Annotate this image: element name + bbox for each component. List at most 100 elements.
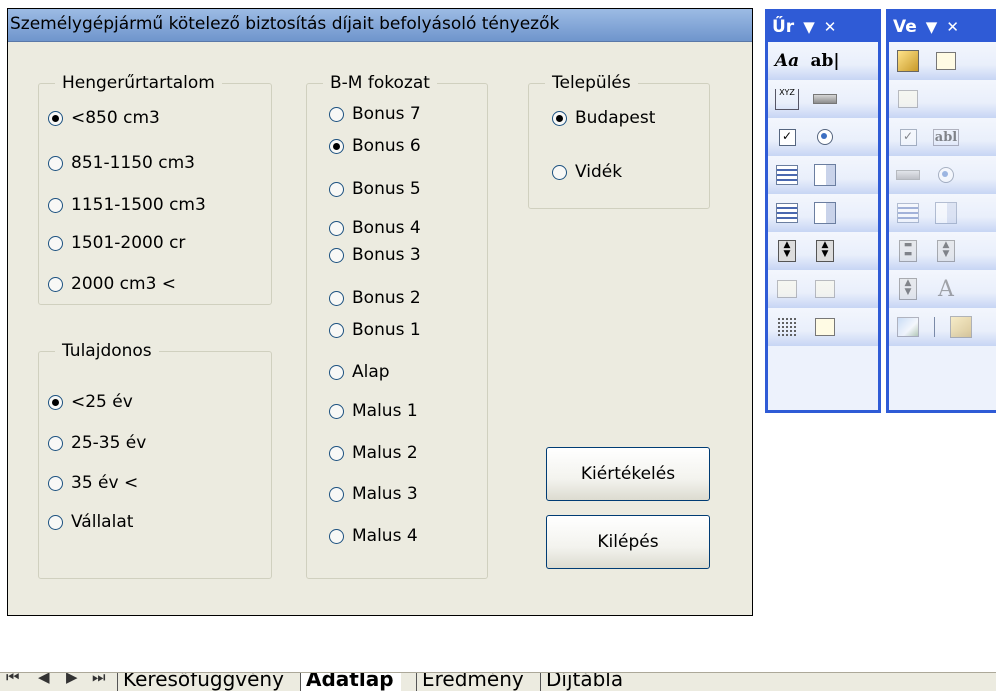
option-button-icon-glyph [817,129,833,145]
evaluate-button[interactable]: Kiértékelés [546,447,710,501]
radio-engine-2000-plus[interactable]: 2000 cm3 < [48,271,176,297]
edit-code-icon[interactable] [813,278,837,300]
edit-box-icon[interactable]: ab| [810,50,840,72]
radio-engine-1501-2000[interactable]: 1501-2000 cr [48,230,185,256]
combo-dropdown-edit-icon-glyph [814,202,836,224]
radio-label: Bonus 2 [352,288,421,308]
sheet-tab-keresofuggveny[interactable]: Keresőfüggvény [117,673,291,691]
radio-videk[interactable]: Vidék [552,159,622,185]
properties-icon-glyph [936,52,956,70]
option-button-icon[interactable] [934,164,958,186]
radio-malus-2[interactable]: Malus 2 [329,440,418,466]
control-toolbox-titlebar[interactable]: Ve ▼ ✕ [889,12,996,42]
textbox-icon[interactable]: abl [932,126,960,148]
toggle-button-icon[interactable]: ▬ ▬ [896,240,920,262]
radio-bonus-4[interactable]: Bonus 4 [329,215,421,241]
control-properties-icon[interactable] [775,278,799,300]
radio-indicator [48,514,63,530]
command-button-icon[interactable] [896,164,920,186]
close-icon[interactable]: ✕ [946,18,959,36]
first-sheet-icon[interactable]: ⏮ [6,673,20,686]
close-icon[interactable]: ✕ [824,18,837,36]
radio-owner-company[interactable]: Vállalat [48,509,133,535]
sheet-tab-eredmeny[interactable]: Eredmény [416,673,531,691]
next-sheet-icon[interactable]: ▶ [66,673,78,686]
toolbar-options-icon[interactable]: ▼ [803,18,815,36]
group-box-icon[interactable]: XYZ [775,88,799,110]
combo-box-icon[interactable] [934,202,958,224]
command-button-icon-glyph [896,170,920,180]
checkbox-icon[interactable]: ✓ [775,126,799,148]
sheet-tab-dijtabla[interactable]: Díjtábla [540,673,631,691]
owner-legend: Tulajdonos [62,341,152,361]
radio-label: Bonus 3 [352,245,421,265]
radio-budapest[interactable]: Budapest [552,105,655,131]
combo-list-edit-icon[interactable] [775,202,799,224]
radio-alap[interactable]: Alap [329,359,390,385]
previous-sheet-icon[interactable]: ◀ [38,673,50,686]
radio-label: 851-1150 cm3 [71,153,195,173]
radio-bonus-6[interactable]: Bonus 6 [329,133,421,159]
radio-bonus-5[interactable]: Bonus 5 [329,176,421,202]
last-sheet-icon[interactable]: ⏭ [92,673,106,686]
radio-owner-over-35[interactable]: 35 év < [48,470,138,496]
more-controls-icon[interactable] [949,316,973,338]
spin-button-icon[interactable]: ▲ ▼ [934,240,958,262]
list-box-icon[interactable] [775,164,799,186]
radio-bonus-7[interactable]: Bonus 7 [329,101,421,127]
combo-box-icon-glyph [935,202,957,224]
image-icon[interactable] [896,316,920,338]
radio-indicator [329,364,344,380]
radio-malus-3[interactable]: Malus 3 [329,481,418,507]
radio-malus-4[interactable]: Malus 4 [329,523,418,549]
radio-malus-1[interactable]: Malus 1 [329,398,418,424]
toggle-grid-icon[interactable] [775,316,799,338]
radio-label: <850 cm3 [71,108,160,128]
radio-owner-under-25[interactable]: <25 év [48,389,133,415]
toggle-button-icon-glyph: ▬ ▬ [899,240,917,262]
radio-indicator [552,164,567,180]
sheet-tab-adatlap[interactable]: Adatlap [300,673,401,691]
run-dialog-icon[interactable] [813,316,837,338]
list-box-icon[interactable] [896,202,920,224]
radio-label: 2000 cm3 < [71,274,177,294]
toolbar-options-icon[interactable]: ▼ [926,18,938,36]
radio-label: Malus 4 [352,526,418,546]
edit-box-icon-glyph: ab| [810,51,840,71]
radio-engine-850[interactable]: <850 cm3 [48,105,160,131]
option-button-icon[interactable] [813,126,837,148]
scroll-bar-icon[interactable]: ▲ ▼ [775,240,799,262]
radio-indicator [329,403,344,419]
radio-engine-851-1150[interactable]: 851-1150 cm3 [48,150,195,176]
radio-indicator [329,106,344,122]
radio-indicator [48,110,63,126]
forms-toolbar-titlebar[interactable]: Űr ▼ ✕ [768,12,878,42]
combo-box-icon[interactable] [813,164,837,186]
radio-indicator [48,276,63,292]
spinner-icon[interactable]: ▲ ▼ [813,240,837,262]
spin-button-icon-glyph: ▲ ▼ [937,240,955,262]
radio-indicator [329,138,344,154]
radio-owner-25-35[interactable]: 25-35 év [48,430,146,456]
scroll-bar-icon[interactable]: ▲ ▼ [896,278,920,300]
label-icon[interactable]: Aa [775,50,799,72]
checkbox-icon[interactable]: ✓ [896,126,920,148]
radio-label: Bonus 1 [352,320,421,340]
checkbox-icon-glyph: ✓ [778,128,796,146]
properties-icon[interactable] [934,50,958,72]
button-icon[interactable] [813,88,837,110]
view-code-icon[interactable] [896,88,920,110]
radio-bonus-2[interactable]: Bonus 2 [329,285,421,311]
exit-button[interactable]: Kilépés [546,515,710,569]
radio-bonus-1[interactable]: Bonus 1 [329,317,421,343]
radio-engine-1151-1500[interactable]: 1151-1500 cm3 [48,192,206,218]
list-box-icon-glyph [776,165,798,185]
engine-size-legend: Hengerűrtartalom [62,73,215,93]
label-icon[interactable]: A [934,277,958,302]
design-mode-icon[interactable] [896,50,920,72]
location-group: Település [528,73,710,209]
radio-bonus-3[interactable]: Bonus 3 [329,242,421,268]
forms-toolbar-title: Űr [772,17,795,37]
combo-dropdown-edit-icon[interactable] [813,202,837,224]
radio-label: 25-35 év [71,433,147,453]
